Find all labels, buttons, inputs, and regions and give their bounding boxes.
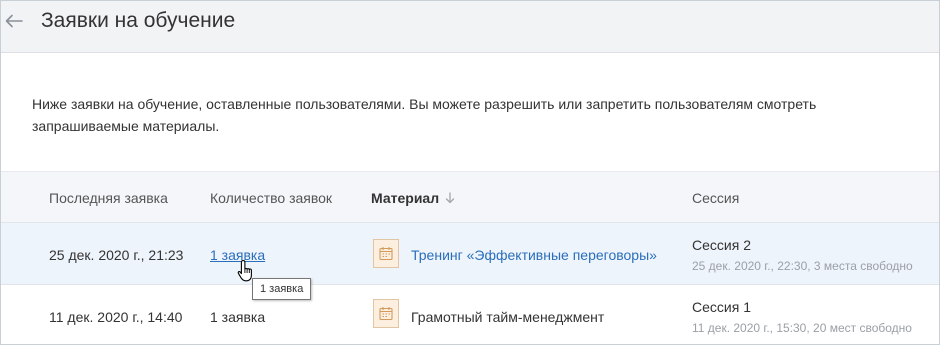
request-count-link[interactable]: 1 заявка (210, 308, 265, 326)
calendar-doc-icon (373, 299, 399, 328)
session-details: 25 дек. 2020 г., 22:30, 3 места свободно (692, 259, 913, 273)
material-link[interactable]: Тренинг «Эффективные переговоры» (411, 246, 657, 264)
column-header-material[interactable]: Материал (371, 189, 455, 208)
calendar-doc-icon (373, 239, 399, 268)
session-details: 11 дек. 2020 г., 15:30, 20 мест свободно (692, 321, 912, 335)
page-title: Заявки на обучение (41, 9, 236, 32)
column-header-count[interactable]: Количество заявок (210, 189, 332, 207)
column-header-material-label: Материал (371, 190, 440, 206)
session-name: Сессия 1 (692, 299, 751, 315)
page-header: Заявки на обучение (1, 1, 939, 53)
page-frame: Заявки на обучение Ниже заявки на обучен… (0, 0, 940, 345)
column-header-last-request[interactable]: Последняя заявка (49, 189, 168, 207)
material-link[interactable]: Грамотный тайм-менеджмент (411, 308, 604, 326)
last-request-date: 25 дек. 2020 г., 21:23 (49, 247, 184, 263)
table-row[interactable]: 25 дек. 2020 г., 21:23 1 заявка Тренинг … (1, 223, 939, 285)
session-name: Сессия 2 (692, 237, 751, 253)
last-request-date: 11 дек. 2020 г., 14:40 (49, 309, 183, 325)
column-header-session[interactable]: Сессия (692, 189, 739, 207)
back-button[interactable] (3, 9, 25, 33)
arrow-left-icon (5, 14, 23, 28)
arrow-down-icon (445, 190, 455, 208)
request-count-link[interactable]: 1 заявка (210, 246, 265, 264)
table-row[interactable]: 11 дек. 2020 г., 14:40 1 заявка Грамотны… (1, 285, 939, 344)
intro-text: Ниже заявки на обучение, оставленные пол… (32, 96, 817, 134)
session-info: Сессия 1 11 дек. 2020 г., 15:30, 20 мест… (692, 298, 912, 337)
tooltip: 1 заявка (252, 278, 312, 300)
session-info: Сессия 2 25 дек. 2020 г., 22:30, 3 места… (692, 236, 913, 275)
table-header: Последняя заявка Количество заявок Матер… (1, 171, 939, 223)
